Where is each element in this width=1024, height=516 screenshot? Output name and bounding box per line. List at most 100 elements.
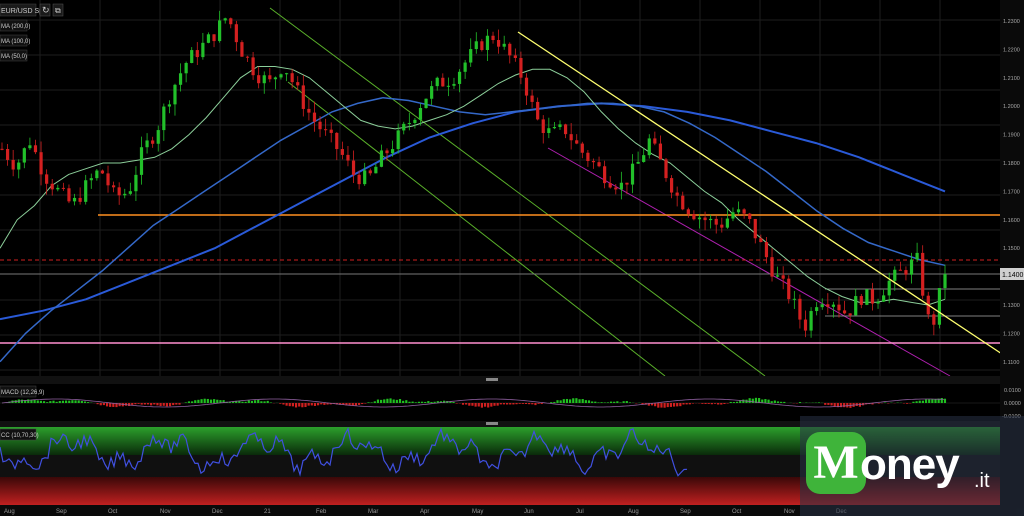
macd-bar xyxy=(540,403,543,405)
macd-bar xyxy=(924,399,928,403)
money-logo-icon: M xyxy=(806,432,866,494)
splitter-2-handle[interactable] xyxy=(486,422,498,425)
candle-body xyxy=(357,174,361,185)
macd-bar xyxy=(550,402,553,403)
candle-body xyxy=(876,301,880,304)
candle-body xyxy=(173,84,177,105)
time-tick-label: Oct xyxy=(732,509,742,515)
macd-axis-mid: 0.0000 xyxy=(1004,401,1021,407)
macd-bar xyxy=(254,400,257,403)
macd-bar xyxy=(131,403,134,405)
price-tick-label: 1.1200 xyxy=(1003,331,1020,337)
macd-bar xyxy=(663,403,666,408)
macd-bar xyxy=(584,400,587,403)
macd-bar xyxy=(143,403,146,405)
macd-bar xyxy=(68,400,71,403)
macd-bar xyxy=(496,403,499,406)
candle-body xyxy=(831,304,836,307)
legend-ma50[interactable]: MA (50,0) xyxy=(1,54,27,60)
macd-bar xyxy=(58,401,61,403)
macd-bar xyxy=(159,403,162,406)
candle-body xyxy=(703,217,707,221)
macd-bar xyxy=(433,401,436,403)
macd-bar xyxy=(471,403,474,406)
macd-bar xyxy=(556,400,559,403)
candle-body xyxy=(776,275,780,277)
macd-bar xyxy=(323,403,326,405)
candle-body xyxy=(262,75,266,84)
macd-bar xyxy=(373,401,376,403)
macd-bar xyxy=(269,402,272,403)
candle-body xyxy=(803,319,808,331)
macd-bar xyxy=(250,401,254,403)
macd-bar xyxy=(572,398,575,403)
candle-body xyxy=(731,212,735,219)
macd-bar xyxy=(313,403,317,407)
macd-bar xyxy=(660,403,663,408)
candle-body xyxy=(580,143,584,153)
macd-bar xyxy=(465,403,468,405)
candle-body xyxy=(943,274,947,289)
candle-body xyxy=(575,140,579,144)
legend-ma200[interactable]: MA (200,0) xyxy=(1,24,30,30)
candle-body xyxy=(647,138,651,156)
macd-bar xyxy=(395,399,398,403)
candle-body xyxy=(156,130,160,144)
candle-body xyxy=(742,209,746,214)
candle-body xyxy=(815,307,819,312)
candle-body xyxy=(145,140,149,148)
candle-body xyxy=(887,280,891,296)
macd-bar xyxy=(748,398,751,403)
candle-body xyxy=(848,313,852,316)
candle-body xyxy=(452,83,456,86)
candle-body xyxy=(865,289,869,305)
time-tick-label: Jul xyxy=(576,509,584,515)
macd-bar xyxy=(559,400,562,403)
macd-bar xyxy=(146,403,150,405)
candle-body xyxy=(664,159,668,179)
splitter-1-handle[interactable] xyxy=(486,378,498,381)
macd-bar xyxy=(209,399,213,403)
legend-ma100[interactable]: MA (100,0) xyxy=(1,39,30,45)
macd-bar xyxy=(20,399,24,403)
macd-bar xyxy=(80,400,83,403)
macd-bar xyxy=(676,403,679,407)
macd-bar xyxy=(260,401,263,403)
candle-body xyxy=(692,214,696,220)
candle-body xyxy=(720,224,724,228)
macd-bar xyxy=(165,403,168,407)
macd-bar xyxy=(833,403,836,407)
macd-bar xyxy=(417,401,420,403)
macd-bar xyxy=(483,403,487,407)
macd-bar xyxy=(710,403,713,405)
time-tick-label: Sep xyxy=(680,509,691,515)
macd-bar xyxy=(713,403,717,404)
candle-body xyxy=(519,58,523,78)
macd-bar xyxy=(739,400,742,403)
macd-bar xyxy=(52,400,55,403)
macd-bar xyxy=(367,402,370,403)
macd-bar xyxy=(609,401,613,403)
macd-bar xyxy=(364,403,367,404)
macd-bar xyxy=(912,401,915,403)
candle-body xyxy=(859,296,863,305)
candle-body xyxy=(72,197,77,202)
macd-bar xyxy=(168,403,172,407)
splitter-1[interactable] xyxy=(0,376,1000,384)
candle-body xyxy=(491,35,495,41)
macd-bar xyxy=(575,398,578,403)
macd-bar xyxy=(298,403,301,407)
macd-bar xyxy=(688,403,691,405)
candle-body xyxy=(759,238,763,243)
candle-body xyxy=(552,127,557,129)
macd-bar xyxy=(128,403,131,407)
candle-body xyxy=(396,130,400,150)
candle-body xyxy=(820,304,824,308)
macd-bar xyxy=(203,398,206,403)
macd-bar xyxy=(477,403,480,407)
candle-body xyxy=(379,150,384,167)
candle-body xyxy=(162,106,166,131)
macd-bar xyxy=(691,403,695,404)
candle-body xyxy=(446,85,450,87)
candle-body xyxy=(474,41,478,50)
